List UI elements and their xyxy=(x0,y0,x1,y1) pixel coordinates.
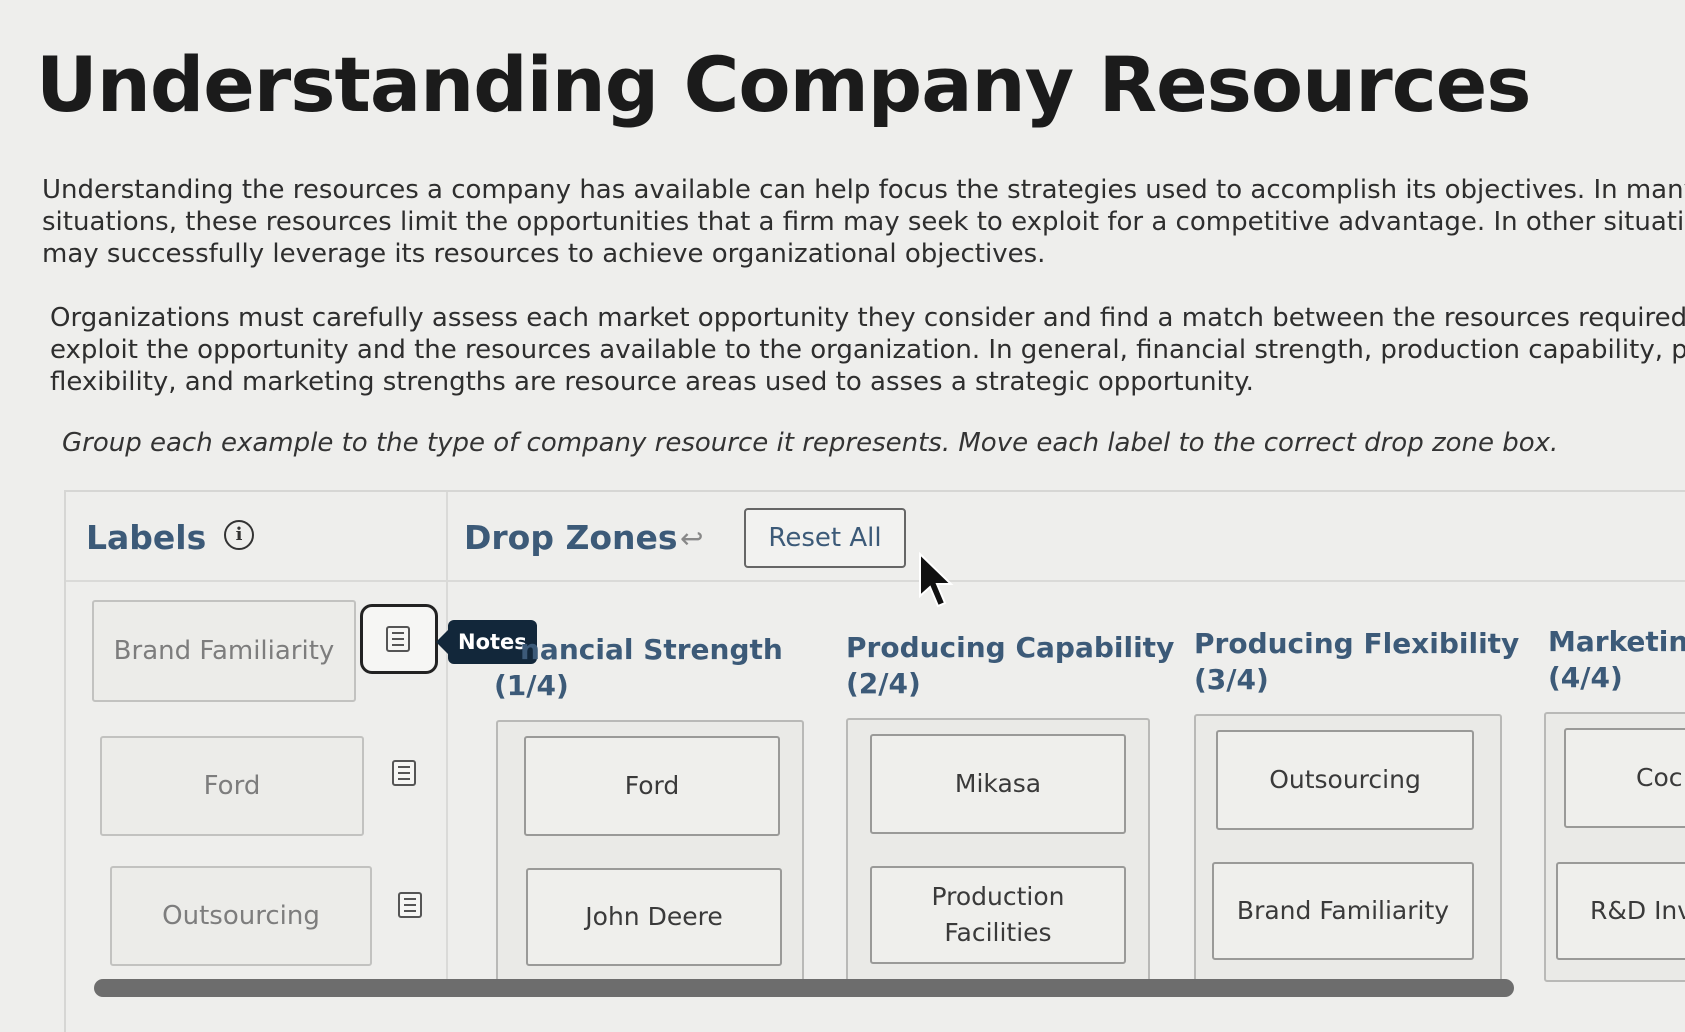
zone-title-marketing: Marketing xyxy=(1548,625,1685,658)
reset-all-button[interactable]: Reset All xyxy=(744,508,906,568)
header-divider xyxy=(66,580,1685,582)
intro-line: situations, these resources limit the op… xyxy=(42,207,1685,237)
info-icon[interactable]: i xyxy=(224,520,254,550)
label-card-ford[interactable]: Ford xyxy=(100,736,364,836)
mouse-cursor-icon xyxy=(919,552,954,608)
zone-count: (4/4) xyxy=(1548,661,1623,694)
page-title: Understanding Company Resources xyxy=(36,40,1532,129)
assessment-line: flexibility, and marketing strengths are… xyxy=(50,367,1254,397)
column-divider xyxy=(446,492,448,992)
zone-title-producing-flexibility: Producing Flexibility xyxy=(1194,627,1520,660)
placed-label[interactable]: Production Facilities xyxy=(870,866,1126,964)
zone-title-producing-capability: Producing Capability xyxy=(846,631,1175,664)
notes-icon[interactable] xyxy=(398,892,422,918)
assessment-line: exploit the opportunity and the resource… xyxy=(50,335,1685,365)
intro-line: Understanding the resources a company ha… xyxy=(42,175,1685,205)
placed-label[interactable]: John Deere xyxy=(526,868,782,966)
horizontal-scrollbar[interactable] xyxy=(94,979,1514,997)
intro-paragraph: Understanding the resources a company ha… xyxy=(42,174,1685,270)
label-card-outsourcing[interactable]: Outsourcing xyxy=(110,866,372,966)
zone-count: (1/4) xyxy=(494,669,569,702)
notes-icon[interactable] xyxy=(392,760,416,786)
intro-line: may successfully leverage its resources … xyxy=(42,239,1046,269)
placed-label[interactable]: Outsourcing xyxy=(1216,730,1474,830)
notes-icon[interactable] xyxy=(386,626,410,652)
assessment-paragraph: Organizations must carefully assess each… xyxy=(50,302,1685,398)
placed-label[interactable]: R&D Inv xyxy=(1556,862,1685,960)
placed-label[interactable]: Brand Familiarity xyxy=(1212,862,1474,960)
label-card-brand-familiarity[interactable]: Brand Familiarity xyxy=(92,600,356,702)
assessment-line: Organizations must carefully assess each… xyxy=(50,303,1685,333)
drop-zones-header: Drop Zones xyxy=(464,518,678,557)
placed-label[interactable]: Coc xyxy=(1564,728,1685,828)
placed-label[interactable]: Mikasa xyxy=(870,734,1126,834)
instructions: Group each example to the type of compan… xyxy=(62,428,1559,458)
placed-label[interactable]: Ford xyxy=(524,736,780,836)
zone-count: (2/4) xyxy=(846,667,921,700)
zone-count: (3/4) xyxy=(1194,663,1269,696)
zone-title-financial-strength: nancial Strength xyxy=(520,633,783,666)
undo-arrow-icon[interactable]: ↩ xyxy=(680,522,703,555)
labels-header: Labels xyxy=(86,518,207,557)
